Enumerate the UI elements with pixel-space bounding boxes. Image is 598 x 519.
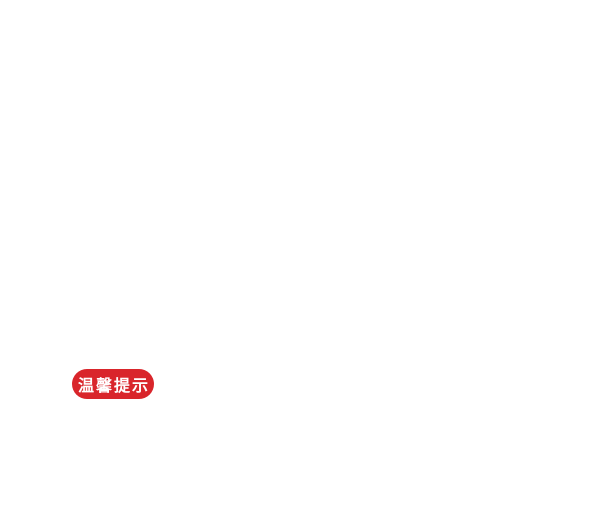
notice-badge-label: 温馨提示 (77, 376, 150, 395)
page-canvas: 温馨提示 (0, 0, 598, 519)
notice-badge: 温馨提示 (72, 369, 154, 399)
